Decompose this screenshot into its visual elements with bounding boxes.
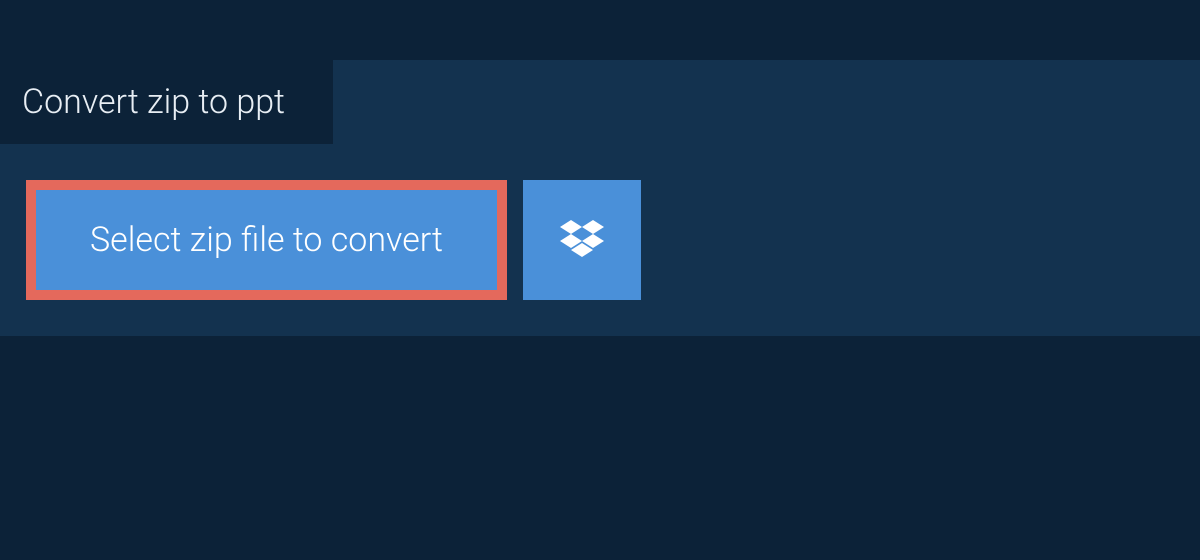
button-row: Select zip file to convert [0,144,1200,336]
dropbox-button[interactable] [523,180,641,300]
dropbox-icon [560,220,604,260]
conversion-tab[interactable]: Convert zip to ppt [0,60,333,144]
select-file-button[interactable]: Select zip file to convert [26,180,507,300]
select-file-label: Select zip file to convert [90,220,443,260]
conversion-panel: Convert zip to ppt Select zip file to co… [0,60,1200,336]
tab-label: Convert zip to ppt [22,82,285,122]
